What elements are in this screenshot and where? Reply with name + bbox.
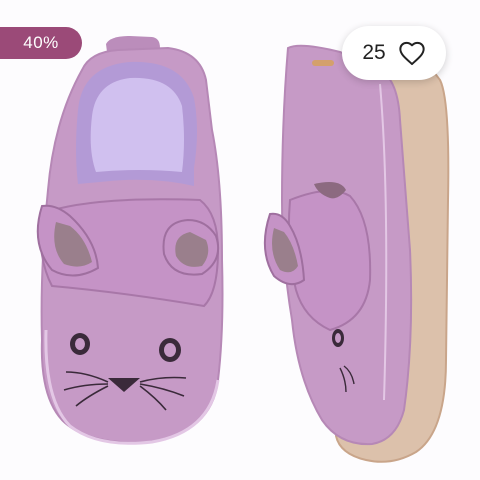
favorite-count: 25 bbox=[362, 41, 386, 64]
favorite-button[interactable]: 25 bbox=[342, 26, 446, 80]
left-shoe bbox=[36, 36, 224, 445]
product-card[interactable]: 40% 25 bbox=[0, 0, 480, 480]
right-shoe bbox=[263, 44, 450, 463]
heart-outline-icon bbox=[399, 41, 425, 66]
discount-badge: 40% bbox=[0, 27, 82, 59]
